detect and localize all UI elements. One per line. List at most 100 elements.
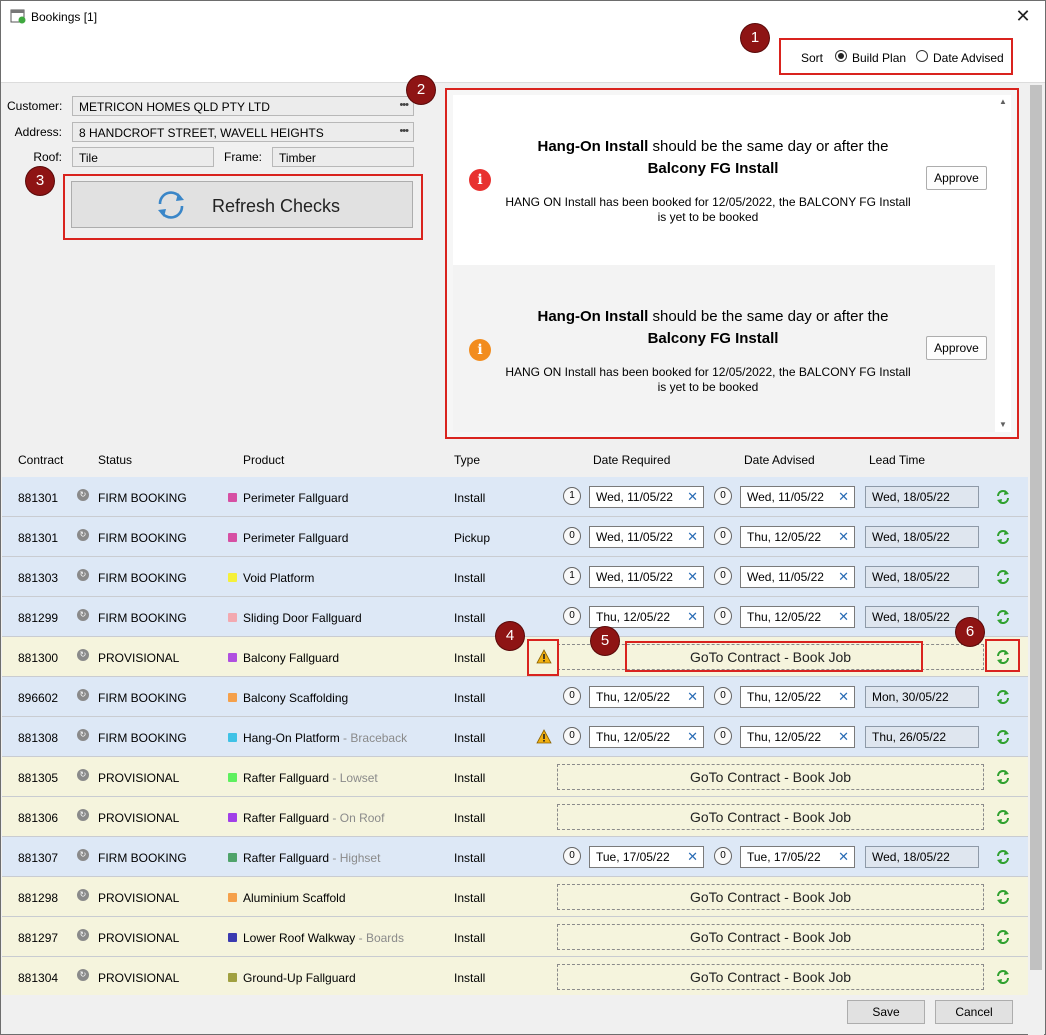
sort-date-advised-radio[interactable] — [916, 50, 928, 62]
date-required-input[interactable]: Thu, 12/05/22 ✕ — [589, 686, 704, 708]
lead-time-value: Mon, 30/05/22 — [872, 690, 949, 704]
table-row[interactable]: 881307 ↻ FIRM BOOKING Rafter Fallguard - Hi… — [2, 837, 1028, 877]
clear-icon[interactable]: ✕ — [838, 849, 849, 865]
goto-contract-book-job-button[interactable]: GoTo Contract - Book Job — [557, 924, 984, 950]
table-row[interactable]: 881308 ↻ FIRM BOOKING Hang-On Platform - Br… — [2, 717, 1028, 757]
customer-field[interactable]: METRICON HOMES QLD PTY LTD ••• — [72, 96, 414, 116]
clear-icon[interactable]: ✕ — [687, 609, 698, 625]
roof-value: Tile — [79, 151, 98, 165]
date-advised-value: Thu, 12/05/22 — [747, 530, 822, 544]
main-scrollbar-thumb[interactable] — [1030, 85, 1042, 970]
col-status[interactable]: Status — [98, 453, 132, 467]
col-product[interactable]: Product — [243, 453, 284, 467]
table-row[interactable]: 881305 ↻ PROVISIONAL Rafter Fallguard - Low… — [2, 757, 1028, 797]
clear-icon[interactable]: ✕ — [687, 689, 698, 705]
scroll-down-icon[interactable]: ▼ — [995, 418, 1011, 432]
clear-icon[interactable]: ✕ — [838, 489, 849, 505]
refresh-checks-button[interactable]: Refresh Checks — [71, 181, 413, 228]
date-required-input[interactable]: Wed, 11/05/22 ✕ — [589, 566, 704, 588]
table-row[interactable]: 881297 ↻ PROVISIONAL Lower Roof Walkway - B… — [2, 917, 1028, 957]
recycle-icon[interactable] — [995, 769, 1011, 785]
goto-contract-book-job-button[interactable]: GoTo Contract - Book Job — [557, 804, 984, 830]
product-cell: Void Platform — [243, 571, 314, 585]
clear-icon[interactable]: ✕ — [838, 609, 849, 625]
refresh-icon — [158, 191, 184, 219]
sort-date-advised-label[interactable]: Date Advised — [933, 51, 1004, 65]
address-field[interactable]: 8 HANDCROFT STREET, WAVELL HEIGHTS ••• — [72, 122, 414, 142]
sort-build-plan-radio[interactable] — [835, 50, 847, 62]
recycle-icon[interactable] — [995, 489, 1011, 505]
table-row[interactable]: 896602 ↻ FIRM BOOKING Balcony Scaffolding In… — [2, 677, 1028, 717]
recycle-icon[interactable] — [995, 529, 1011, 545]
main-scrollbar[interactable] — [1028, 85, 1044, 1035]
checks-scrollbar[interactable]: ▲ ▼ — [995, 95, 1011, 432]
clear-icon[interactable]: ✕ — [838, 729, 849, 745]
date-advised-input[interactable]: Wed, 11/05/22 ✕ — [740, 566, 855, 588]
scroll-up-icon[interactable]: ▲ — [995, 95, 1011, 109]
date-advised-input[interactable]: Wed, 11/05/22 ✕ — [740, 486, 855, 508]
type-cell: Install — [454, 771, 486, 785]
col-date-advised[interactable]: Date Advised — [744, 453, 815, 467]
recycle-icon[interactable] — [995, 809, 1011, 825]
recycle-icon[interactable] — [995, 609, 1011, 625]
date-required-input[interactable]: Wed, 11/05/22 ✕ — [589, 526, 704, 548]
table-row[interactable]: 881298 ↻ PROVISIONAL Aluminium Scaffold Inst… — [2, 877, 1028, 917]
recycle-icon[interactable] — [995, 729, 1011, 745]
clear-icon[interactable]: ✕ — [838, 529, 849, 545]
type-cell: Install — [454, 811, 486, 825]
date-advised-value: Thu, 12/05/22 — [747, 730, 822, 744]
recycle-icon[interactable] — [995, 929, 1011, 945]
recycle-icon[interactable] — [995, 569, 1011, 585]
sort-bar: Sort Build Plan Date Advised — [1, 33, 1045, 83]
date-advised-input[interactable]: Tue, 17/05/22 ✕ — [740, 846, 855, 868]
goto-contract-book-job-button[interactable]: GoTo Contract - Book Job — [557, 884, 984, 910]
clear-icon[interactable]: ✕ — [687, 729, 698, 745]
col-date-required[interactable]: Date Required — [593, 453, 670, 467]
table-row[interactable]: 881304 ↻ PROVISIONAL Ground-Up Fallguard Ins… — [2, 957, 1028, 995]
col-type[interactable]: Type — [454, 453, 480, 467]
date-required-input[interactable]: Wed, 11/05/22 ✕ — [589, 486, 704, 508]
clear-icon[interactable]: ✕ — [687, 849, 698, 865]
ellipsis-icon[interactable]: ••• — [399, 125, 409, 137]
table-row[interactable]: 881306 ↻ PROVISIONAL Rafter Fallguard - On … — [2, 797, 1028, 837]
clear-icon[interactable]: ✕ — [838, 689, 849, 705]
cancel-button[interactable]: Cancel — [935, 1000, 1013, 1024]
table-row[interactable]: 881301 ↻ FIRM BOOKING Perimeter Fallguard Pi… — [2, 517, 1028, 557]
table-row[interactable]: 881301 ↻ FIRM BOOKING Perimeter Fallguard In… — [2, 477, 1028, 517]
recycle-icon[interactable] — [995, 889, 1011, 905]
contract-cell: 881301 — [18, 491, 59, 505]
close-icon[interactable]: ✕ — [1011, 5, 1035, 27]
lead-time-value: Wed, 18/05/22 — [872, 610, 950, 624]
date-advised-input[interactable]: Thu, 12/05/22 ✕ — [740, 726, 855, 748]
date-required-input[interactable]: Thu, 12/05/22 ✕ — [589, 726, 704, 748]
approve-button[interactable]: Approve — [926, 166, 987, 190]
product-variant: - Lowset — [332, 771, 378, 785]
save-button[interactable]: Save — [847, 1000, 925, 1024]
clear-icon[interactable]: ✕ — [687, 489, 698, 505]
date-advised-input[interactable]: Thu, 12/05/22 ✕ — [740, 526, 855, 548]
product-name: Rafter Fallguard — [243, 851, 330, 865]
product-color-swatch — [228, 973, 237, 982]
table-row[interactable]: 881303 ↻ FIRM BOOKING Void Platform Install 1… — [2, 557, 1028, 597]
contract-cell: 881308 — [18, 731, 59, 745]
sort-build-plan-label[interactable]: Build Plan — [852, 51, 906, 65]
approve-button[interactable]: Approve — [926, 336, 987, 360]
goto-contract-book-job-button[interactable]: GoTo Contract - Book Job — [557, 764, 984, 790]
clear-icon[interactable]: ✕ — [687, 529, 698, 545]
type-cell: Install — [454, 491, 486, 505]
recycle-icon[interactable] — [995, 969, 1011, 985]
clear-icon[interactable]: ✕ — [838, 569, 849, 585]
col-contract[interactable]: Contract — [18, 453, 63, 467]
warning-icon[interactable] — [536, 729, 552, 744]
contract-cell: 881300 — [18, 651, 59, 665]
col-lead-time[interactable]: Lead Time — [869, 453, 925, 467]
recycle-icon[interactable] — [995, 689, 1011, 705]
recycle-icon[interactable] — [995, 849, 1011, 865]
ellipsis-icon[interactable]: ••• — [399, 99, 409, 111]
goto-contract-book-job-button[interactable]: GoTo Contract - Book Job — [557, 964, 984, 990]
date-required-input[interactable]: Tue, 17/05/22 ✕ — [589, 846, 704, 868]
clear-icon[interactable]: ✕ — [687, 569, 698, 585]
date-advised-input[interactable]: Thu, 12/05/22 ✕ — [740, 606, 855, 628]
date-advised-input[interactable]: Thu, 12/05/22 ✕ — [740, 686, 855, 708]
date-required-input[interactable]: Thu, 12/05/22 ✕ — [589, 606, 704, 628]
